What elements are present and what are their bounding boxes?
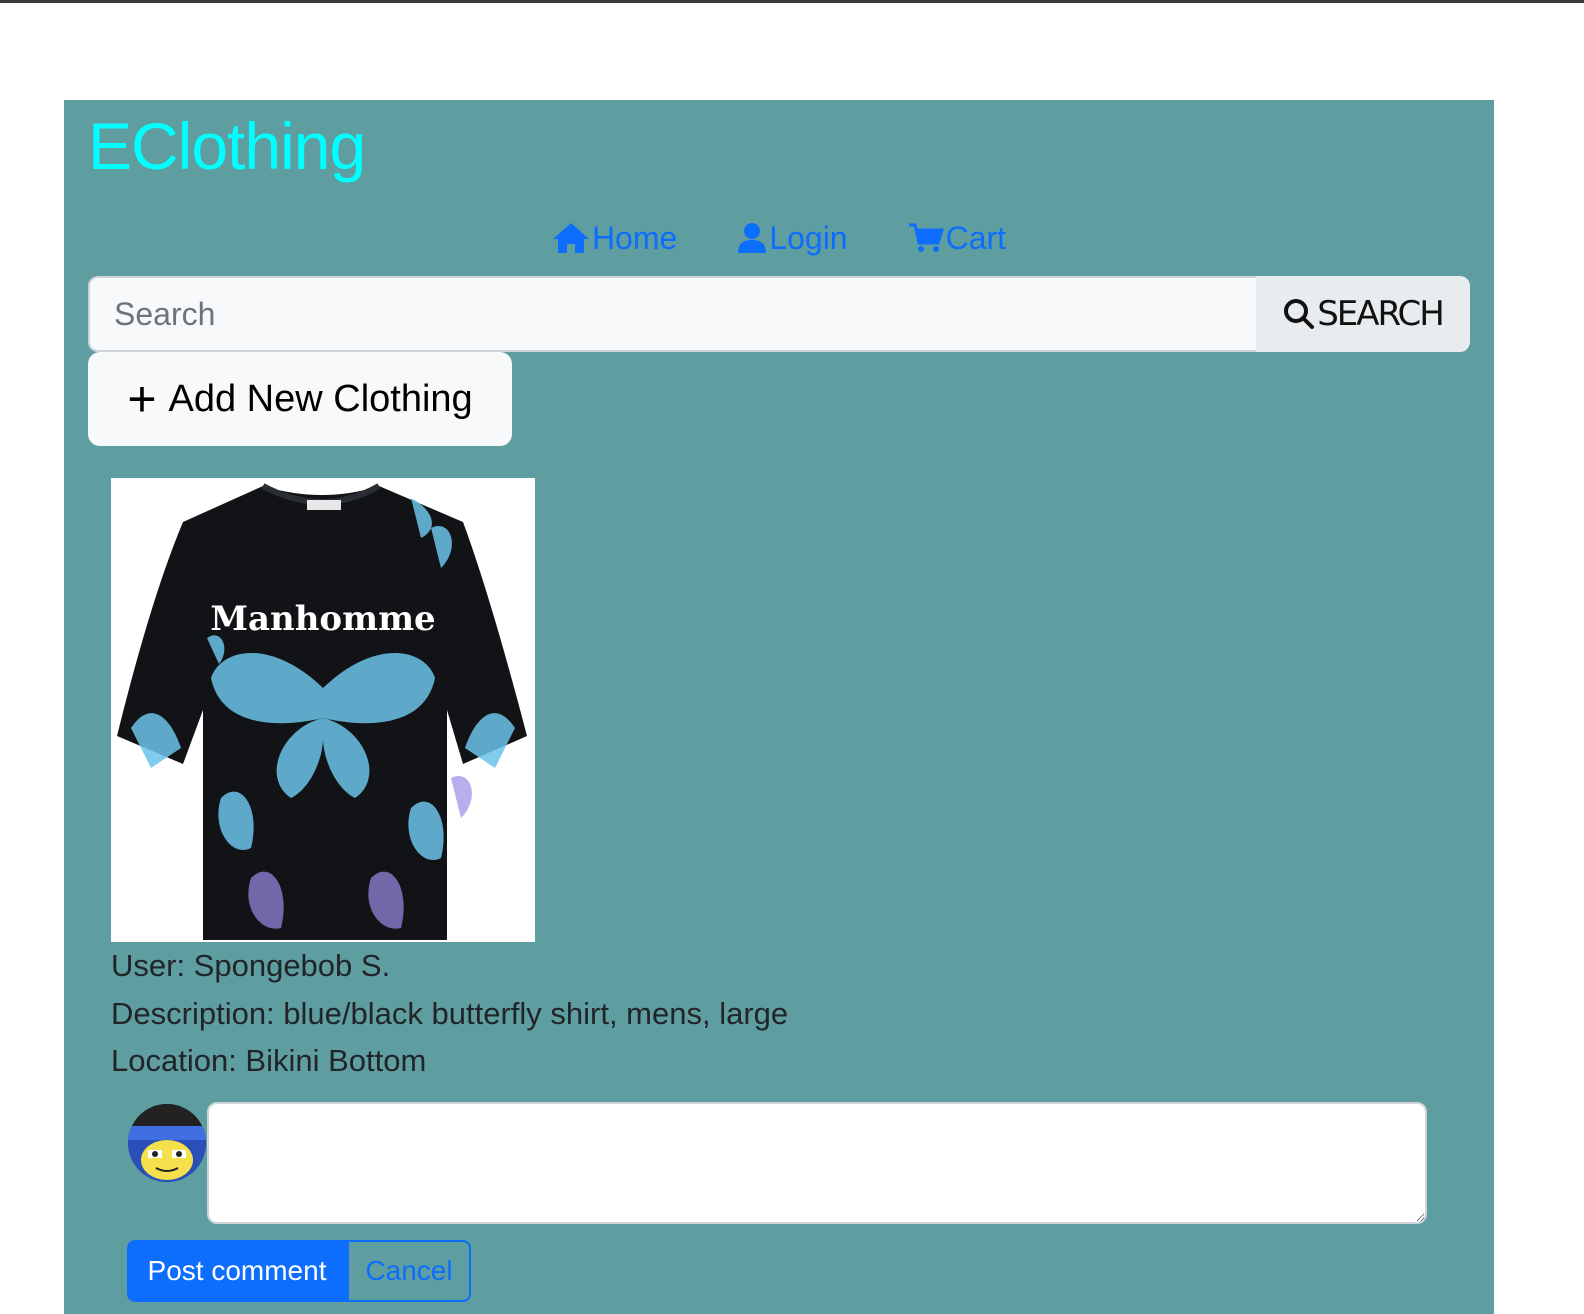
user-icon: [738, 223, 767, 253]
post-comment-button[interactable]: Post comment: [127, 1240, 347, 1302]
nav-home-link[interactable]: Home: [552, 220, 677, 257]
cancel-button[interactable]: Cancel: [347, 1240, 471, 1302]
item-location: Location: Bikini Bottom: [111, 1043, 427, 1078]
search-button[interactable]: SEARCH: [1256, 276, 1470, 352]
comment-textarea[interactable]: [207, 1102, 1427, 1224]
plus-icon: +: [127, 371, 157, 427]
clothing-image: Manhomme: [111, 478, 535, 942]
add-new-clothing-button[interactable]: + Add New Clothing: [88, 352, 512, 446]
nav-cart-link[interactable]: Cart: [908, 220, 1006, 257]
search-icon: [1284, 299, 1315, 329]
cart-icon: [908, 223, 944, 252]
search-input[interactable]: [88, 276, 1256, 352]
nav-login-link[interactable]: Login: [737, 219, 848, 257]
add-new-clothing-label: Add New Clothing: [168, 377, 473, 420]
site-brand: EClothing: [88, 109, 366, 183]
nav-login-label: Login: [769, 219, 848, 256]
search-button-label: SEARCH: [1317, 294, 1445, 334]
item-description: Description: blue/black butterfly shirt,…: [111, 996, 789, 1031]
avatar: [128, 1104, 206, 1182]
main-nav: Home Login Cart: [64, 216, 1494, 260]
search-bar: SEARCH: [88, 276, 1470, 352]
home-icon: [552, 223, 589, 253]
nav-cart-label: Cart: [945, 219, 1007, 256]
nav-home-label: Home: [591, 219, 678, 256]
shirt-print-text: Manhomme: [210, 599, 435, 639]
browser-top-border: [0, 0, 1584, 3]
main-panel: EClothing Home Login Cart Search SEARCH …: [64, 100, 1494, 1314]
item-user: User: Spongebob S.: [111, 948, 391, 983]
